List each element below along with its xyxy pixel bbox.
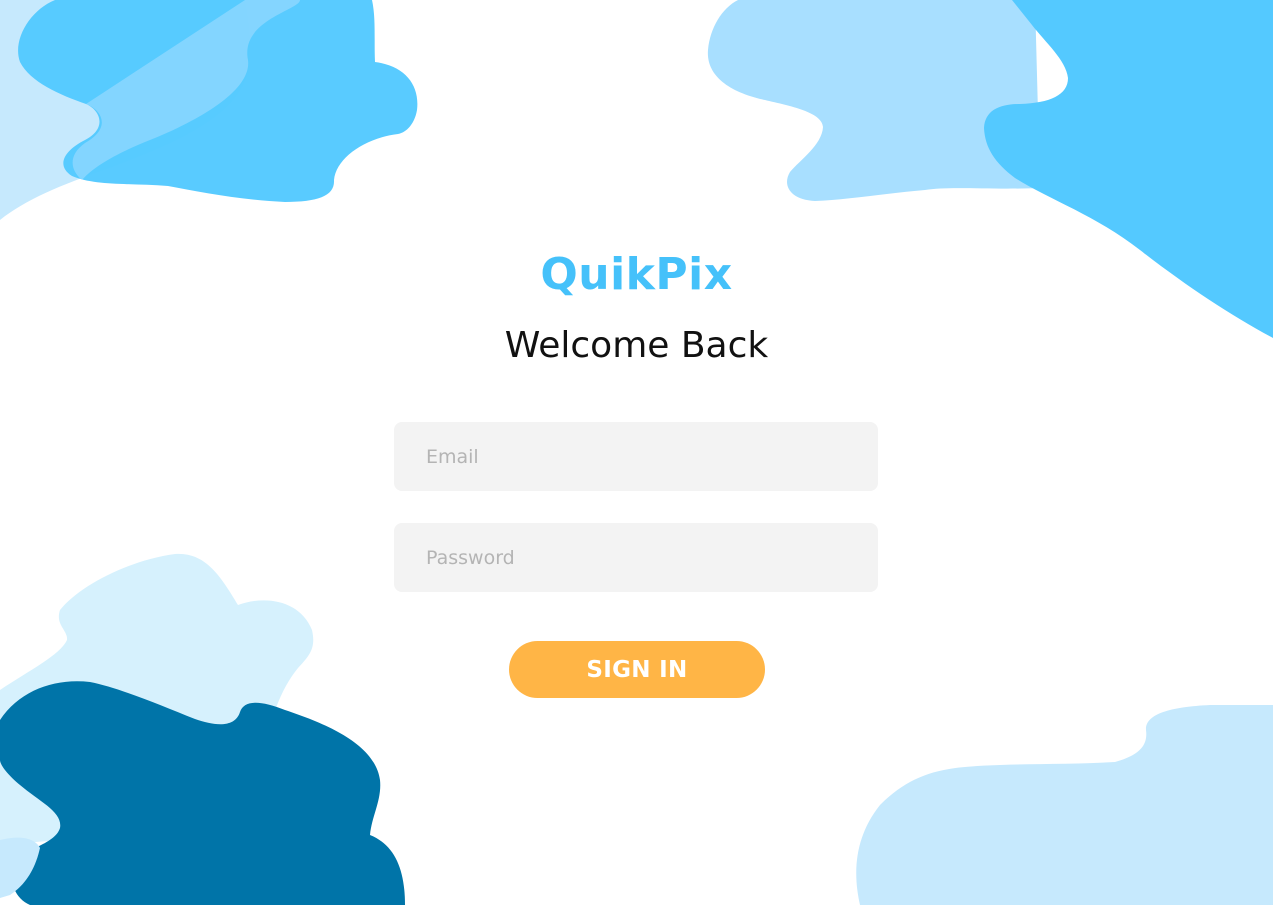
login-page: QuikPix Welcome Back SIGN IN <box>0 0 1273 905</box>
sign-in-button[interactable]: SIGN IN <box>509 641 765 698</box>
brand-logo: QuikPix <box>540 249 733 300</box>
page-title: Welcome Back <box>504 325 769 366</box>
blob-bottom-left <box>0 553 405 905</box>
password-field[interactable] <box>394 523 878 592</box>
blob-top-left <box>0 0 418 220</box>
email-field[interactable] <box>394 422 878 491</box>
blob-bottom-right <box>856 705 1273 905</box>
blob-top-right-light <box>707 0 1040 201</box>
blob-bottom-right-pale <box>856 705 1273 905</box>
